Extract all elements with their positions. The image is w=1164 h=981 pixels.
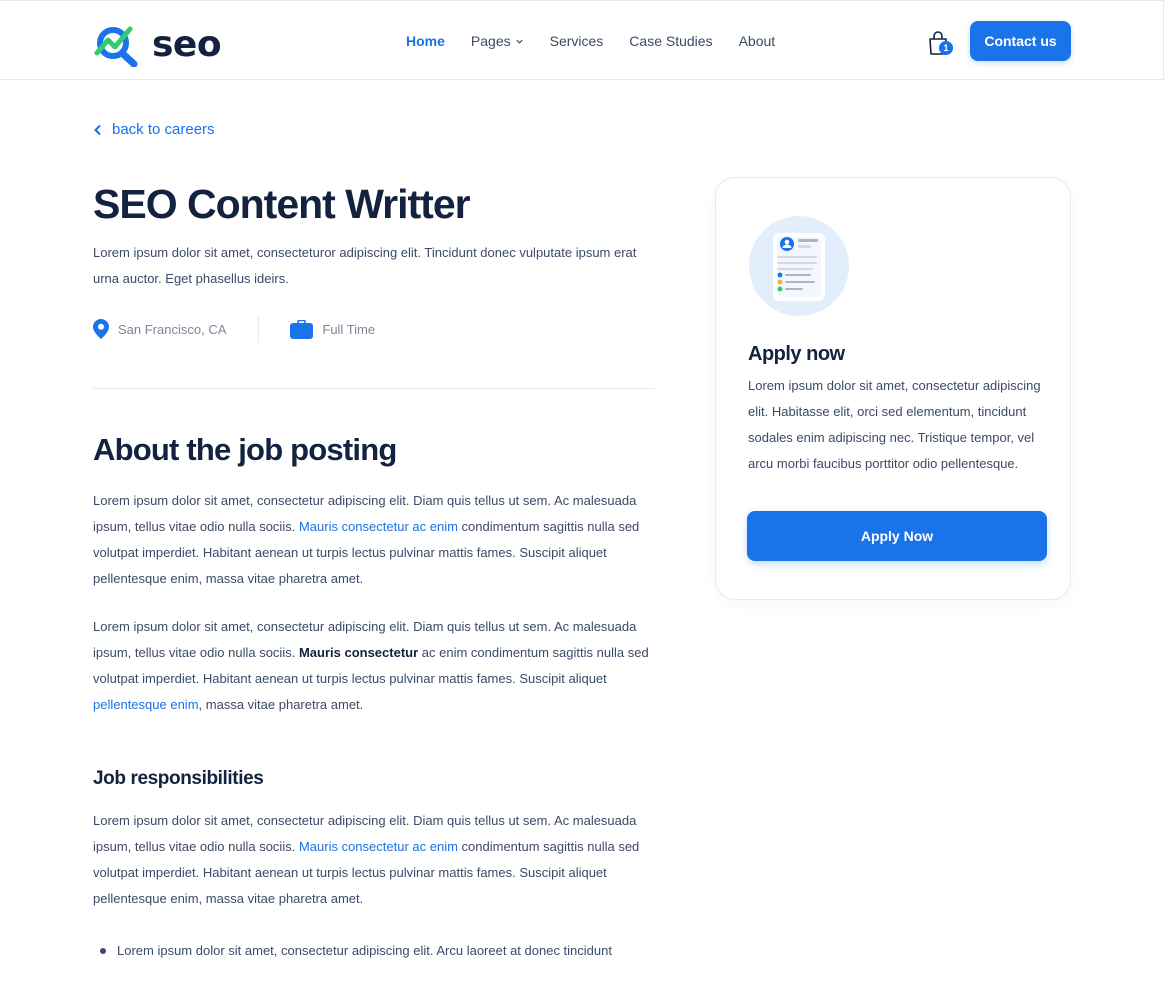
nav-pages-label: Pages [470,33,511,49]
job-location-label: San Francisco, CA [118,321,227,337]
responsibilities-p-link[interactable]: Mauris consectetur ac enim [299,839,458,854]
nav-home-label: Home [406,33,445,49]
job-title: SEO Content Writter [93,181,471,227]
apply-now-button[interactable]: Apply Now [747,511,1047,561]
resume-document-icon [773,233,825,301]
magnifier-chart-icon [94,26,138,67]
job-location: San Francisco, CA [93,319,226,339]
apply-card-title: Apply now [748,343,845,365]
bullet-dot [100,948,106,954]
job-type: Full Time [290,319,376,339]
brand-name: seo [152,24,222,65]
back-link-label: back to careers [112,121,215,138]
nav-services[interactable]: Services [550,33,604,49]
meta-divider [258,316,260,342]
nav-home[interactable]: Home [406,33,445,49]
apply-card-text: Lorem ipsum dolor sit amet, consectetur … [748,378,1041,471]
about-p2-bold: Mauris consectetur [298,645,419,660]
brand-logo[interactable]: seo [94,23,222,67]
responsibilities-heading: Job responsibilities [93,768,264,789]
nav-about-label: About [738,33,776,49]
section-divider [93,388,655,389]
job-type-label: Full Time [322,321,376,337]
responsibilities-list: Lorem ipsum dolor sit amet, consectetur … [100,938,660,964]
nav-case-studies[interactable]: Case Studies [629,33,712,49]
apply-card: Apply now Lorem ipsum dolor sit amet, co… [715,177,1071,600]
about-paragraph-1: Lorem ipsum dolor sit amet, consectetur … [93,488,653,592]
about-p1-link[interactable]: Mauris consectetur ac enim [299,519,458,534]
list-item: Lorem ipsum dolor sit amet, consectetur … [100,938,660,964]
location-pin-icon [93,319,109,339]
nav-case-studies-label: Case Studies [629,33,713,49]
responsibilities-paragraph: Lorem ipsum dolor sit amet, consectetur … [93,808,653,912]
briefcase-icon [290,319,314,339]
chevron-left-icon [94,124,101,135]
about-p2-link[interactable]: pellentesque enim [93,697,199,712]
nav-services-label: Services [549,33,604,49]
contact-us-button[interactable]: Contact us [970,21,1071,61]
about-p2-text-end: , massa vitae pharetra amet. [198,697,364,712]
resume-illustration [749,216,849,316]
about-heading: About the job posting [93,432,397,467]
about-paragraph-2: Lorem ipsum dolor sit amet, consectetur … [93,614,653,718]
chevron-down-icon [515,39,523,44]
back-to-careers-link[interactable]: back to careers [93,121,215,138]
nav-about[interactable]: About [739,33,776,49]
list-item-label: Lorem ipsum dolor sit amet, consectetur … [117,943,612,958]
job-intro: Lorem ipsum dolor sit amet, consecteturo… [93,245,637,286]
nav-pages[interactable]: Pages [471,33,524,49]
main-nav: Home Pages Services Case Studies About [406,33,801,49]
job-meta: San Francisco, CA Full Time [93,316,375,342]
cart-count-badge: 1 [939,41,953,55]
site-header: seo Home Pages Services Case Studies Abo… [0,0,1164,80]
